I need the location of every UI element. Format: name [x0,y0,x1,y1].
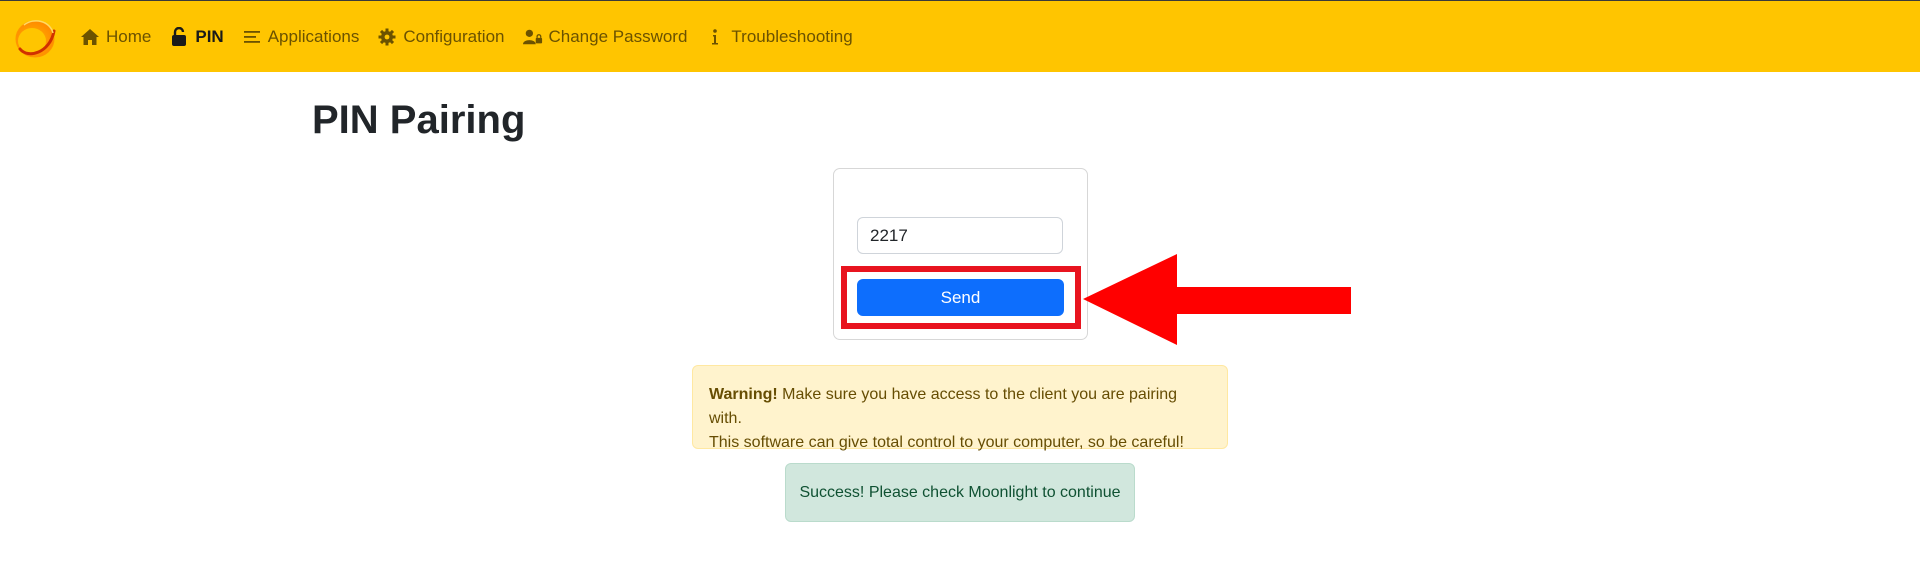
warning-alert: Warning! Make sure you have access to th… [692,365,1228,451]
arrow-annotation-icon [1083,254,1351,345]
list-icon [242,27,262,47]
success-text: Success! Please check Moonlight to conti… [799,483,1121,501]
nav-item-label: Home [106,27,152,46]
top-navbar: Home PIN Applications Configuration Chan… [0,0,1920,72]
pin-input[interactable] [857,217,1063,254]
lock-icon [169,27,189,47]
nav-item-label: Configuration [403,27,505,46]
nav-item-home[interactable]: Home [80,27,151,47]
nav-item-troubleshooting[interactable]: Troubleshooting [705,27,853,47]
nav-item-label: PIN [195,27,224,46]
success-alert: Success! Please check Moonlight to conti… [785,463,1135,522]
nav-item-label: Applications [267,27,360,46]
warning-text-line2: This software can give total control to … [709,434,1184,451]
nav-item-configuration[interactable]: Configuration [377,27,505,47]
nav-item-change-password[interactable]: Change Password [522,27,688,47]
nav-item-label: Troubleshooting [731,27,853,46]
nav-item-label: Change Password [548,27,688,46]
send-button[interactable]: Send [857,279,1064,316]
nav-item-pin[interactable]: PIN [169,27,224,47]
warning-title: Warning! [709,386,778,403]
app-logo-icon[interactable] [12,15,58,61]
nav-menu: Home PIN Applications Configuration Chan… [80,1,871,73]
home-icon [80,27,100,47]
warning-text-line1: Make sure you have access to the client … [709,386,1178,427]
nav-item-applications[interactable]: Applications [242,27,360,47]
user-lock-icon [522,27,543,47]
info-icon [705,27,725,47]
page-title: PIN Pairing [312,98,526,142]
gear-icon [377,27,397,47]
